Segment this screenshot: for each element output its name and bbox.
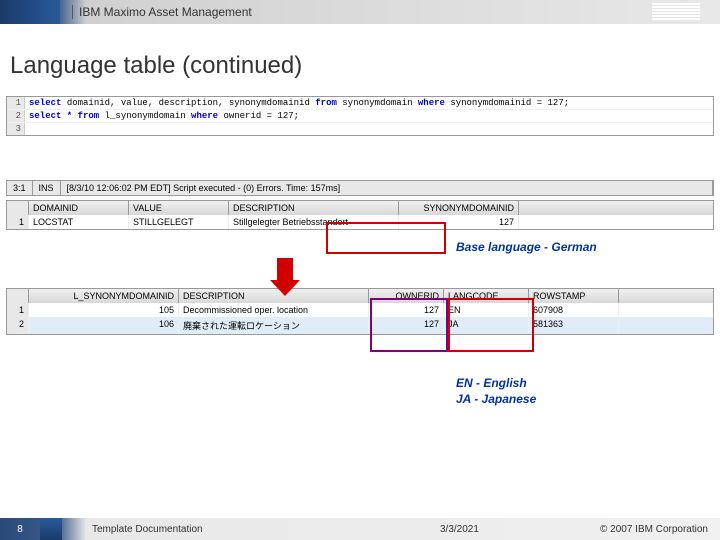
row-corner [7,201,29,215]
cell: 127 [369,303,444,317]
table-row: 2 106 廃棄された運転ロケーション 127 JA 581363 [7,317,713,334]
col-header: L_SYNONYMDOMAINID [29,289,179,303]
callout-en: EN - English [456,376,527,390]
cell: Decommissioned oper. location [179,303,369,317]
sql-text: select domainid, value, description, syn… [25,97,573,109]
sql-text [25,123,38,135]
row-number: 1 [7,215,29,229]
header-bar: IBM Maximo Asset Management [0,0,720,24]
callout-ja: JA - Japanese [456,392,536,406]
footer-accent [40,518,62,540]
cell: 105 [29,303,179,317]
cell: 106 [29,317,179,334]
cell: Stillgelegter Betriebsstandort [229,215,399,229]
ibm-logo [652,3,700,21]
product-title: IBM Maximo Asset Management [72,5,252,19]
col-header: ROWSTAMP [529,289,619,303]
grid-header: DOMAINID VALUE DESCRIPTION SYNONYMDOMAIN… [7,201,713,215]
sql-line: 3 [7,123,713,135]
row-corner [7,289,29,303]
result-grid-1: DOMAINID VALUE DESCRIPTION SYNONYMDOMAIN… [6,200,714,230]
col-header: VALUE [129,201,229,215]
col-header: SYNONYMDOMAINID [399,201,519,215]
page-title: Language table (continued) [0,24,720,96]
col-header: DOMAINID [29,201,129,215]
col-header: DESCRIPTION [229,201,399,215]
cell: 廃棄された運転ロケーション [179,317,369,334]
cell: LOCSTAT [29,215,129,229]
row-number: 1 [7,303,29,317]
cell: 607908 [529,303,619,317]
sql-line: 1 select domainid, value, description, s… [7,97,713,110]
status-mode: INS [33,181,61,195]
content-area: 1 select domainid, value, description, s… [0,96,720,335]
sql-text: select * from l_synonymdomain where owne… [25,110,303,122]
row-number: 2 [7,317,29,334]
cell: 581363 [529,317,619,334]
cell: JA [444,317,529,334]
footer-bar: 8 Template Documentation 3/3/2021 © 2007… [0,518,720,540]
line-number: 2 [7,110,25,122]
page-number: 8 [0,524,40,535]
sql-line: 2 select * from l_synonymdomain where ow… [7,110,713,123]
status-pos: 3:1 [7,181,33,195]
footer-date: 3/3/2021 [440,524,580,535]
grid-header: L_SYNONYMDOMAINID DESCRIPTION OWNERID LA… [7,289,713,303]
result-grid-2: L_SYNONYMDOMAINID DESCRIPTION OWNERID LA… [6,288,714,335]
col-header: LANGCODE [444,289,529,303]
status-bar: 3:1 INS [8/3/10 12:06:02 PM EDT] Script … [6,180,714,196]
table-row: 1 105 Decommissioned oper. location 127 … [7,303,713,317]
cell: STILLGELEGT [129,215,229,229]
col-header: OWNERID [369,289,444,303]
cell: EN [444,303,529,317]
cell: 127 [399,215,519,229]
callout-base-language: Base language - German [456,240,597,254]
footer-doc: Template Documentation [62,524,440,535]
table-row: 1 LOCSTAT STILLGELEGT Stillgelegter Betr… [7,215,713,229]
sql-editor: 1 select domainid, value, description, s… [6,96,714,136]
arrow-icon [270,258,300,298]
footer-copyright: © 2007 IBM Corporation [580,524,720,535]
status-message: [8/3/10 12:06:02 PM EDT] Script executed… [61,181,713,195]
header-accent [0,0,60,24]
cell: 127 [369,317,444,334]
line-number: 1 [7,97,25,109]
line-number: 3 [7,123,25,135]
